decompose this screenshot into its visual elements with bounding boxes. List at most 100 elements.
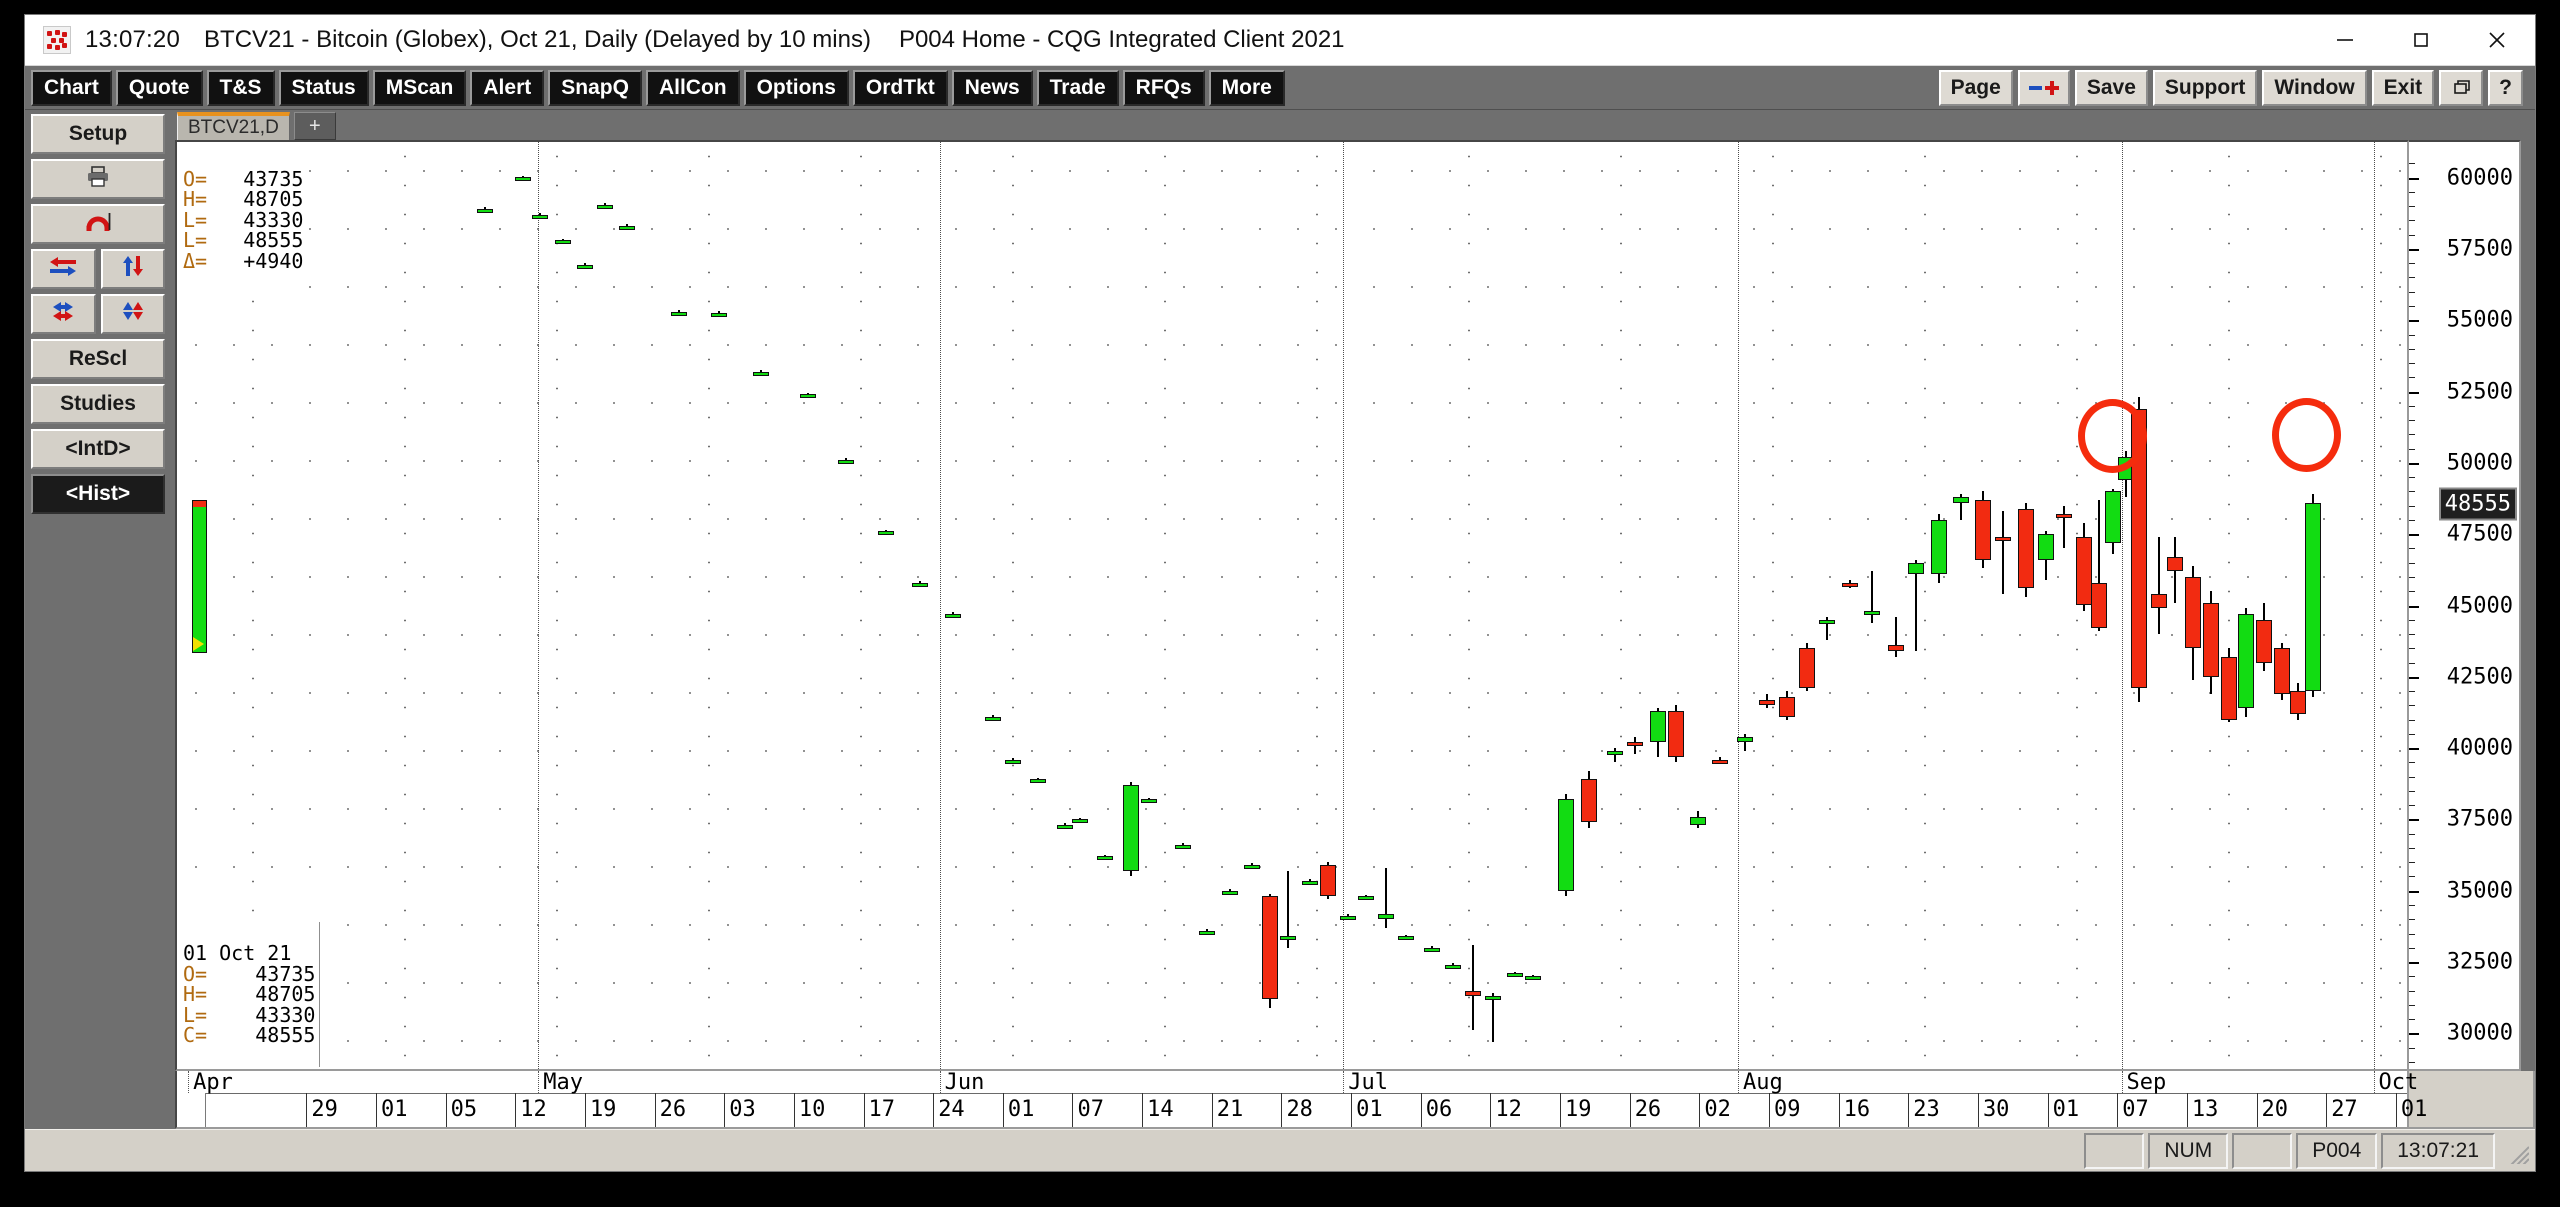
price-tick-label: 50000 bbox=[2446, 450, 2513, 476]
sidebar-item-magnet[interactable] bbox=[31, 204, 165, 244]
toolbar-button-allcon[interactable]: AllCon bbox=[645, 69, 740, 106]
toolbar-button-chart[interactable]: Chart bbox=[31, 69, 112, 106]
status-clock: 13:07:21 bbox=[2381, 1132, 2495, 1169]
price-minor-tick bbox=[2409, 291, 2415, 293]
candlestick bbox=[2274, 642, 2291, 700]
chart-sidebar: Setup ReScl Studies <IntD> <Hist> bbox=[25, 110, 171, 1129]
arrows-horizontal-icon bbox=[48, 255, 78, 283]
status-bar: NUM P004 13:07:21 bbox=[25, 1129, 2535, 1171]
maximize-button[interactable] bbox=[2383, 15, 2459, 65]
price-minor-tick bbox=[2409, 234, 2415, 236]
add-tab-button[interactable]: + bbox=[293, 112, 336, 140]
candle-body-up bbox=[2305, 502, 2322, 692]
price-minor-tick bbox=[2409, 876, 2415, 878]
sidebar-item-studies[interactable]: Studies bbox=[31, 384, 165, 424]
time-axis-row: 29 01 05 12 19 26 03 10 17 24 01 07 14 21 28 01 06 12 19 26… bbox=[171, 1070, 2535, 1129]
toolbar-button-snapq[interactable]: SnapQ bbox=[548, 69, 642, 106]
chart-canvas[interactable]: O= 43735 H= 48705 L= 43330 L= 48555 Δ= +… bbox=[175, 140, 2409, 1071]
price-tick-label: 60000 bbox=[2446, 165, 2513, 191]
sidebar-item-expand-vertical[interactable] bbox=[100, 249, 165, 289]
price-minor-tick bbox=[2409, 263, 2415, 265]
resize-grip[interactable] bbox=[2503, 1138, 2529, 1164]
price-minor-tick bbox=[2409, 976, 2415, 978]
axis-right-padding bbox=[2521, 140, 2535, 1071]
price-tick-label: 42500 bbox=[2446, 664, 2513, 690]
price-minor-tick bbox=[2409, 519, 2415, 521]
sidebar-item-expand-horizontal[interactable] bbox=[31, 249, 96, 289]
sidebar-item-compress-horizontal[interactable] bbox=[31, 294, 96, 334]
toolbar-button-quote[interactable]: Quote bbox=[115, 69, 203, 106]
toolbar-button-mscan[interactable]: MScan bbox=[372, 69, 467, 106]
toolbar-button-status[interactable]: Status bbox=[278, 69, 369, 106]
candlestick bbox=[1243, 863, 1260, 870]
candle-body-up bbox=[1377, 913, 1394, 920]
toolbar-button-more[interactable]: More bbox=[1208, 69, 1285, 106]
toolbar-button-support[interactable]: Support bbox=[2152, 69, 2258, 106]
price-tick-label: 37500 bbox=[2446, 806, 2513, 832]
toolbar-button-rfqs[interactable]: RFQs bbox=[1122, 69, 1205, 106]
price-minor-tick bbox=[2409, 847, 2415, 849]
toolbar-button-ts[interactable]: T&S bbox=[206, 69, 275, 106]
candlestick bbox=[1799, 642, 1816, 692]
candle-body-down bbox=[2017, 508, 2034, 589]
printer-icon bbox=[85, 164, 111, 194]
candle-body-up bbox=[838, 460, 854, 465]
candlestick bbox=[1863, 571, 1880, 623]
candle-body-up bbox=[1357, 896, 1374, 901]
candlestick bbox=[2220, 648, 2237, 723]
candlestick bbox=[514, 175, 531, 182]
candle-body-up bbox=[1908, 562, 1925, 575]
price-axis[interactable]: 60000 57500 55000 52500 50000 47500 45000 42500… bbox=[2409, 140, 2521, 1071]
sidebar-item-history[interactable]: <Hist> bbox=[31, 474, 165, 514]
candlestick bbox=[1627, 736, 1644, 754]
time-tick-label: 01 bbox=[1356, 1097, 1383, 1122]
close-button[interactable] bbox=[2459, 15, 2535, 65]
toolbar-button-news[interactable]: News bbox=[951, 69, 1033, 106]
toolbar-button-ordtkt[interactable]: OrdTkt bbox=[852, 69, 948, 106]
toolbar-button-trade[interactable]: Trade bbox=[1036, 69, 1119, 106]
status-cell-blank-2 bbox=[2232, 1132, 2293, 1169]
toolbar-button-exit[interactable]: Exit bbox=[2371, 69, 2435, 106]
time-axis[interactable]: 29 01 05 12 19 26 03 10 17 24 01 07 14 21 28 01 06 12 19 26… bbox=[175, 1070, 2427, 1129]
restore-window-icon[interactable] bbox=[2439, 69, 2484, 106]
candlestick bbox=[1484, 993, 1501, 1042]
candle-body-up bbox=[1123, 785, 1140, 871]
tab-btcv21-daily[interactable]: BTCV21,D bbox=[177, 112, 290, 140]
candlestick bbox=[1397, 934, 1414, 941]
month-label: Jun bbox=[944, 1070, 985, 1095]
title-clock: 13:07:20 bbox=[85, 26, 181, 53]
candle-body-up bbox=[911, 582, 928, 587]
time-tick-label: 12 bbox=[1495, 1097, 1522, 1122]
time-tick-label: 06 bbox=[1425, 1097, 1453, 1122]
candlestick bbox=[1819, 616, 1836, 640]
toolbar-button-window[interactable]: Window bbox=[2262, 69, 2367, 106]
sidebar-item-setup[interactable]: Setup bbox=[31, 114, 165, 154]
toolbar-button-options[interactable]: Options bbox=[743, 69, 849, 106]
status-num-indicator: NUM bbox=[2148, 1132, 2229, 1169]
help-button[interactable]: ? bbox=[2488, 69, 2523, 106]
title-subtitle: P004 Home - CQG Integrated Client 2021 bbox=[898, 26, 1345, 53]
candle-body-up bbox=[1056, 825, 1073, 830]
sidebar-item-rescale[interactable]: ReScl bbox=[31, 339, 165, 379]
candle-body-down bbox=[2075, 537, 2092, 606]
candle-body-up bbox=[1863, 611, 1880, 616]
price-minor-tick bbox=[2409, 562, 2415, 564]
minimize-button[interactable] bbox=[2307, 15, 2383, 65]
sidebar-item-compress-vertical[interactable] bbox=[100, 294, 165, 334]
compress-horizontal-icon bbox=[48, 300, 78, 328]
toolbar-button-page[interactable]: Page bbox=[1938, 69, 2013, 106]
candlestick bbox=[1056, 823, 1073, 830]
sidebar-item-intraday[interactable]: <IntD> bbox=[31, 429, 165, 469]
toolbar-button-save[interactable]: Save bbox=[2074, 69, 2148, 106]
candlestick bbox=[1649, 708, 1666, 757]
month-label: Jul bbox=[1348, 1070, 1389, 1095]
zoom-minus-plus-icon[interactable] bbox=[2017, 69, 2070, 106]
sidebar-item-print[interactable] bbox=[31, 159, 165, 199]
candle-body-up bbox=[753, 371, 770, 376]
price-tick-label: 40000 bbox=[2446, 735, 2513, 761]
candle-body-down bbox=[2289, 691, 2306, 714]
toolbar-button-alert[interactable]: Alert bbox=[470, 69, 545, 106]
candlestick bbox=[2305, 494, 2322, 697]
arrows-vertical-icon bbox=[121, 254, 145, 284]
time-tick-label: 01 bbox=[380, 1097, 408, 1122]
